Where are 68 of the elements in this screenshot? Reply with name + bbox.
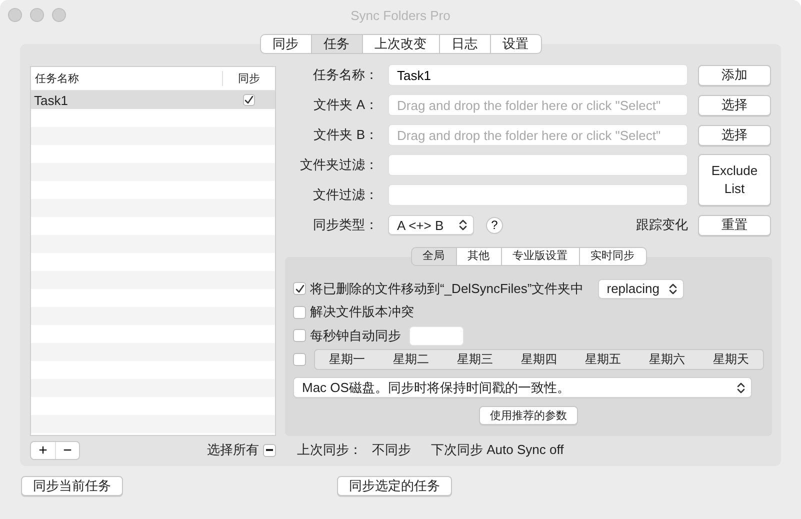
disk-type-dropdown[interactable]: Mac OS磁盘。同步时将保持时间戳的一致性。 (293, 377, 752, 398)
checkbox[interactable] (293, 352, 306, 366)
updown-chevron-icon (668, 282, 677, 295)
input-field[interactable] (388, 184, 688, 206)
updown-chevron-icon (459, 219, 467, 231)
weekday-toggle[interactable]: 星期五 (571, 350, 635, 369)
checkmark-icon (294, 284, 304, 294)
field-label: 文件夹过滤： (299, 156, 378, 174)
tab[interactable]: 同步 (260, 34, 312, 54)
column-header: 任务名称 (34, 72, 80, 86)
option-label: 每秒钟自动同步 (310, 326, 401, 345)
option-label: 将已删除的文件移动到“_DelSyncFiles”文件夹中 (310, 280, 584, 298)
window-control-button[interactable] (8, 8, 22, 22)
window-control-button[interactable] (52, 8, 66, 22)
updown-chevron-icon (737, 382, 745, 394)
column-header: 同步 (222, 71, 275, 86)
add-button[interactable]: + (31, 442, 55, 458)
weekday-toggle[interactable]: 星期三 (443, 350, 507, 369)
task-name: Task1 (33, 92, 69, 108)
track-changes-label: 跟踪变化 (636, 216, 688, 234)
reset-button[interactable]: 重置 (698, 214, 771, 236)
push-button[interactable]: 选择 (698, 124, 771, 146)
tab[interactable]: 上次改变 (362, 34, 440, 54)
weekday-toggle[interactable]: 星期六 (635, 350, 699, 369)
input-field[interactable]: Drag and drop the folder here or click "Select" (388, 94, 688, 116)
weekday-toggle[interactable]: 星期二 (379, 350, 443, 369)
status-text: 下次同步 Auto Sync off (431, 441, 564, 459)
checkbox[interactable] (293, 306, 306, 319)
field-label: 文件夹 B： (312, 126, 378, 144)
push-button[interactable]: 添加 (698, 64, 771, 86)
checkbox[interactable] (293, 282, 306, 296)
recommend-button[interactable]: 使用推荐的参数 (479, 406, 578, 425)
weekday-toggle[interactable]: 星期一 (315, 350, 379, 369)
tab[interactable]: 全局 (410, 247, 456, 266)
tab[interactable]: 专业版设置 (502, 247, 580, 266)
field-label: 文件过滤： (312, 186, 378, 204)
input-field[interactable] (388, 154, 688, 176)
input-field[interactable]: Drag and drop the folder here or click "Select" (388, 124, 688, 146)
tab[interactable]: 日志 (440, 34, 490, 54)
push-button[interactable]: 选择 (698, 94, 771, 116)
weekday-toggle[interactable]: 星期四 (507, 350, 571, 369)
input-field[interactable]: Task1 (388, 64, 688, 86)
remove-button[interactable]: − (55, 442, 79, 458)
push-button[interactable]: 同步选定的任务 (337, 476, 452, 496)
push-button[interactable]: 同步当前任务 (21, 476, 123, 496)
window-control-button[interactable] (30, 8, 44, 22)
checkmark-icon (244, 95, 254, 105)
input-field[interactable] (409, 326, 464, 346)
sync-type-dropdown[interactable]: A <+> B (388, 215, 474, 235)
list-row[interactable]: Task1 (31, 91, 275, 109)
dropdown[interactable]: replacing (598, 278, 684, 299)
select-all-label: 选择所有 (207, 441, 259, 459)
tab[interactable]: 设置 (490, 34, 542, 54)
option-label: 解决文件版本冲突 (310, 303, 414, 322)
exclude-list-button[interactable]: Exclude List (698, 154, 771, 206)
help-button[interactable]: ? (486, 216, 503, 234)
tab[interactable]: 任务 (312, 34, 362, 54)
field-label: 文件夹 A： (312, 96, 378, 114)
checkbox[interactable] (243, 94, 255, 106)
status-label: 上次同步： (297, 441, 362, 459)
checkbox[interactable] (293, 329, 306, 342)
tab[interactable]: 实时同步 (580, 247, 646, 266)
tab[interactable]: 其他 (456, 247, 502, 266)
field-label: 任务名称： (312, 66, 378, 84)
checkbox[interactable] (263, 444, 276, 456)
weekday-toggle[interactable]: 星期天 (699, 350, 763, 369)
status-value: 不同步 (372, 441, 411, 459)
field-label: 同步类型： (312, 216, 378, 234)
